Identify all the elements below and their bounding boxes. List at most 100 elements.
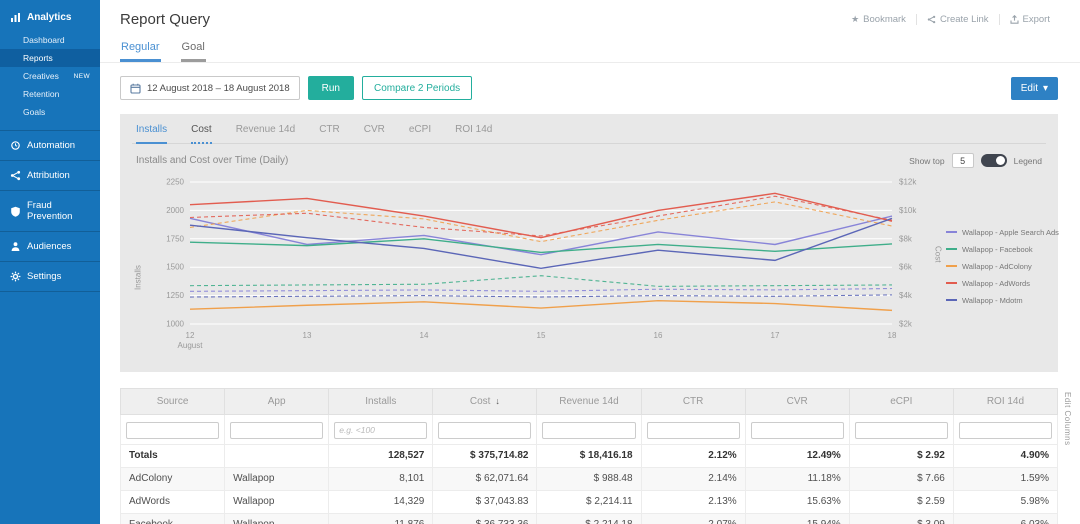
column-header-source[interactable]: Source (121, 389, 225, 415)
column-header-app[interactable]: App (225, 389, 329, 415)
column-header-ctr[interactable]: CTR (641, 389, 745, 415)
sidebar-item-settings[interactable]: Settings (0, 262, 100, 292)
column-header-cvr[interactable]: CVR (745, 389, 849, 415)
create-link-button[interactable]: Create Link (916, 14, 999, 25)
run-button[interactable]: Run (308, 76, 354, 100)
legend-label: Wallapop - Apple Search Ads (962, 228, 1059, 237)
cell: $ 7.66 (849, 467, 953, 490)
metric-tab-cvr[interactable]: CVR (364, 124, 385, 144)
cell: 1.59% (953, 467, 1057, 490)
filter-input-source[interactable] (126, 422, 219, 439)
legend-item[interactable]: Wallapop - Mdotm (946, 296, 1046, 305)
topbar: Report Query ★ Bookmark Create Link Ex (100, 0, 1080, 38)
share-icon (927, 15, 936, 24)
series-installs-line (190, 193, 892, 237)
legend-toggle[interactable] (981, 154, 1007, 167)
results-table-wrap: SourceAppInstallsCost↓Revenue 14dCTRCVRe… (120, 388, 1058, 524)
sidebar-item-dashboard[interactable]: Dashboard (0, 31, 100, 49)
legend-item[interactable]: Wallapop - Apple Search Ads (946, 228, 1046, 237)
export-label: Export (1023, 14, 1050, 25)
x-tick: 17 (771, 331, 780, 340)
metric-tab-cost[interactable]: Cost (191, 124, 212, 144)
column-header-cost[interactable]: Cost↓ (433, 389, 537, 415)
analytics-icon (10, 12, 21, 23)
sidebar-item-label: Settings (27, 271, 61, 282)
sidebar-item-goals[interactable]: Goals (0, 103, 100, 121)
legend-item[interactable]: Wallapop - AdWords (946, 279, 1046, 288)
filter-input-installs[interactable] (334, 422, 427, 439)
cell: $ 62,071.64 (433, 467, 537, 490)
cell: Wallapop (225, 467, 329, 490)
cell: 14,329 (329, 490, 433, 513)
sidebar-group-analytics: Analytics Dashboard Reports Creatives NE… (0, 0, 100, 131)
series-installs-line (190, 239, 892, 253)
cell: 15.63% (745, 490, 849, 513)
bookmark-button[interactable]: ★ Bookmark (841, 14, 916, 25)
sidebar-item-label: Creatives (23, 71, 59, 81)
chart-header: Installs and Cost over Time (Daily) Show… (132, 153, 1046, 168)
y-right-tick: $8k (899, 234, 913, 243)
sidebar-item-reports[interactable]: Reports (0, 49, 100, 67)
metric-tab-roi-14d[interactable]: ROI 14d (455, 124, 492, 144)
new-badge: NEW (74, 73, 90, 80)
chevron-down-icon: ▾ (1043, 83, 1048, 94)
metric-tab-ctr[interactable]: CTR (319, 124, 340, 144)
y-right-tick: $4k (899, 291, 913, 300)
column-header-roi-14d[interactable]: ROI 14d (953, 389, 1057, 415)
sidebar-item-retention[interactable]: Retention (0, 85, 100, 103)
x-tick: 14 (420, 331, 429, 340)
metric-tab-revenue-14d[interactable]: Revenue 14d (236, 124, 296, 144)
legend-toggle-label: Legend (1014, 156, 1042, 166)
filter-input-cvr[interactable] (751, 422, 844, 439)
filter-input-revenue-14d[interactable] (542, 422, 635, 439)
top-actions: ★ Bookmark Create Link Export (841, 14, 1060, 25)
cell: Wallapop (225, 513, 329, 524)
y-left-tick: 1750 (166, 234, 184, 243)
cell: 5.98% (953, 490, 1057, 513)
sidebar-item-audiences[interactable]: Audiences (0, 232, 100, 262)
edit-label: Edit (1021, 83, 1038, 94)
sidebar-item-analytics[interactable]: Analytics (0, 0, 100, 31)
sort-desc-icon[interactable]: ↓ (495, 396, 500, 406)
export-button[interactable]: Export (999, 14, 1060, 25)
show-top-input[interactable] (952, 153, 974, 168)
metric-tab-ecpi[interactable]: eCPI (409, 124, 431, 144)
cell: 15.94% (745, 513, 849, 524)
sidebar-item-fraud-prevention[interactable]: Fraud Prevention (0, 191, 100, 232)
column-header-ecpi[interactable]: eCPI (849, 389, 953, 415)
cell: 11,876 (329, 513, 433, 524)
legend-item[interactable]: Wallapop - Facebook (946, 245, 1046, 254)
column-header-installs[interactable]: Installs (329, 389, 433, 415)
cell: $ 37,043.83 (433, 490, 537, 513)
cell: $ 2.92 (849, 444, 953, 467)
edit-button[interactable]: Edit ▾ (1011, 77, 1058, 100)
table-row: FacebookWallapop11,876$ 36,733.36$ 2,214… (121, 513, 1058, 524)
gear-icon (10, 271, 21, 282)
compare-periods-button[interactable]: Compare 2 Periods (362, 76, 472, 100)
filter-input-ctr[interactable] (647, 422, 740, 439)
sidebar-item-attribution[interactable]: Attribution (0, 161, 100, 191)
filter-input-roi-14d[interactable] (959, 422, 1052, 439)
y-left-tick: 1250 (166, 291, 184, 300)
filter-input-ecpi[interactable] (855, 422, 948, 439)
cell: $ 2,214.18 (537, 513, 641, 524)
date-range-picker[interactable]: 12 August 2018 – 18 August 2018 (120, 76, 300, 100)
sidebar-item-automation[interactable]: Automation (0, 131, 100, 161)
edit-columns-button[interactable]: Edit Columns (1063, 392, 1072, 446)
y-right-tick: $12k (899, 178, 917, 187)
legend-item[interactable]: Wallapop - AdColony (946, 262, 1046, 271)
column-header-revenue-14d[interactable]: Revenue 14d (537, 389, 641, 415)
automation-icon (10, 140, 21, 151)
legend-swatch (946, 231, 957, 233)
filter-input-cost[interactable] (438, 422, 531, 439)
sidebar-item-label: Analytics (27, 12, 71, 23)
chart-legend: Wallapop - Apple Search Ads Wallapop - Fa… (944, 172, 1046, 360)
filter-input-app[interactable] (230, 422, 323, 439)
metric-tab-installs[interactable]: Installs (136, 124, 167, 144)
filter-cell (121, 415, 225, 445)
cell: 128,527 (329, 444, 433, 467)
tab-regular[interactable]: Regular (120, 38, 161, 62)
tab-goal[interactable]: Goal (181, 38, 206, 62)
filter-cell (433, 415, 537, 445)
sidebar-item-creatives[interactable]: Creatives NEW (0, 67, 100, 85)
